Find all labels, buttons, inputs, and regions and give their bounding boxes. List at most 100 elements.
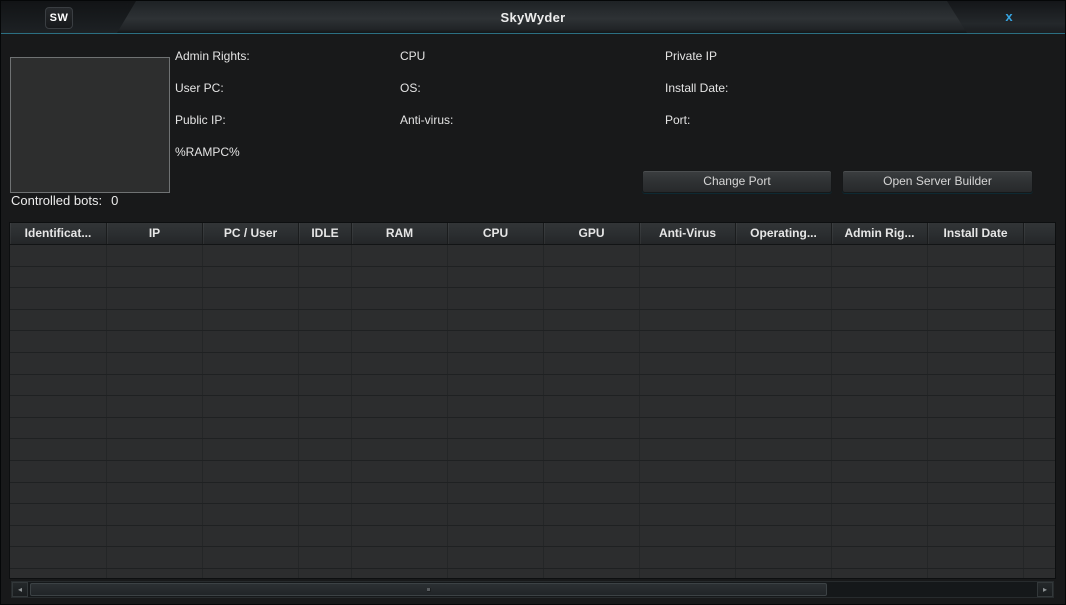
table-cell (203, 310, 299, 331)
table-cell (299, 375, 352, 396)
table-cell (544, 504, 640, 525)
table-cell (352, 331, 448, 352)
info-column-1: Admin Rights:User PC:Public IP:%RAMPC% (175, 49, 250, 177)
app-logo[interactable]: SW (45, 7, 73, 29)
scrollbar-track[interactable] (28, 582, 1037, 597)
table-cell (928, 310, 1024, 331)
table-cell (832, 483, 928, 504)
table-cell (544, 439, 640, 460)
column-header[interactable]: IDLE (299, 223, 352, 244)
table-cell (299, 483, 352, 504)
scroll-left-button[interactable]: ◂ (12, 582, 28, 597)
table-row[interactable] (10, 504, 1055, 526)
table-cell (299, 439, 352, 460)
table-cell (448, 547, 544, 568)
table-cell (10, 245, 107, 266)
table-row[interactable] (10, 288, 1055, 310)
table-cell (299, 353, 352, 374)
table-cell (203, 396, 299, 417)
table-cell (107, 245, 203, 266)
bots-table-body[interactable] (10, 245, 1055, 579)
table-cell (107, 504, 203, 525)
column-header[interactable]: GPU (544, 223, 640, 244)
change-port-button[interactable]: Change Port (642, 170, 832, 193)
column-header[interactable]: Operating... (736, 223, 832, 244)
table-cell (107, 396, 203, 417)
open-server-builder-button[interactable]: Open Server Builder (842, 170, 1033, 193)
table-row[interactable] (10, 396, 1055, 418)
column-header[interactable] (1024, 223, 1055, 244)
column-header[interactable]: Anti-Virus (640, 223, 736, 244)
table-row[interactable] (10, 526, 1055, 548)
table-cell (544, 461, 640, 482)
column-header[interactable]: Admin Rig... (832, 223, 928, 244)
scroll-right-button[interactable]: ▸ (1037, 582, 1053, 597)
table-cell (1024, 245, 1055, 266)
table-cell (352, 418, 448, 439)
table-cell (832, 461, 928, 482)
column-header[interactable]: CPU (448, 223, 544, 244)
info-column-3: Private IPInstall Date:Port: (665, 49, 728, 145)
table-row[interactable] (10, 375, 1055, 397)
table-cell (10, 547, 107, 568)
table-cell (10, 461, 107, 482)
table-row[interactable] (10, 245, 1055, 267)
table-row[interactable] (10, 310, 1055, 332)
table-cell (1024, 418, 1055, 439)
table-cell (1024, 331, 1055, 352)
title-bar: SW SkyWyder x (1, 1, 1065, 34)
table-cell (352, 461, 448, 482)
table-cell (640, 267, 736, 288)
table-cell (203, 245, 299, 266)
table-cell (1024, 267, 1055, 288)
table-cell (640, 526, 736, 547)
close-button[interactable]: x (998, 9, 1020, 27)
table-cell (736, 375, 832, 396)
table-cell (448, 267, 544, 288)
controlled-bots-label: Controlled bots: (11, 193, 102, 208)
table-cell (448, 288, 544, 309)
table-cell (736, 245, 832, 266)
table-cell (448, 396, 544, 417)
table-cell (299, 547, 352, 568)
table-row[interactable] (10, 483, 1055, 505)
table-cell (352, 569, 448, 579)
table-row[interactable] (10, 331, 1055, 353)
table-cell (10, 439, 107, 460)
table-row[interactable] (10, 547, 1055, 569)
table-row[interactable] (10, 439, 1055, 461)
table-cell (544, 245, 640, 266)
table-cell (107, 461, 203, 482)
window-title: SkyWyder (1, 10, 1065, 25)
table-cell (928, 375, 1024, 396)
table-cell (832, 418, 928, 439)
column-header[interactable]: Install Date (928, 223, 1024, 244)
table-cell (640, 439, 736, 460)
column-header[interactable]: RAM (352, 223, 448, 244)
table-cell (299, 331, 352, 352)
table-row[interactable] (10, 569, 1055, 579)
table-cell (299, 418, 352, 439)
table-cell (640, 547, 736, 568)
column-header[interactable]: Identificat... (10, 223, 107, 244)
table-cell (928, 483, 1024, 504)
column-header[interactable]: IP (107, 223, 203, 244)
table-cell (107, 439, 203, 460)
table-cell (832, 245, 928, 266)
table-cell (203, 418, 299, 439)
table-cell (352, 310, 448, 331)
table-cell (448, 461, 544, 482)
table-row[interactable] (10, 267, 1055, 289)
scrollbar-thumb[interactable] (30, 583, 827, 596)
table-row[interactable] (10, 461, 1055, 483)
column-header[interactable]: PC / User (203, 223, 299, 244)
table-cell (736, 353, 832, 374)
table-cell (352, 547, 448, 568)
table-row[interactable] (10, 418, 1055, 440)
table-cell (832, 504, 928, 525)
table-cell (352, 267, 448, 288)
table-row[interactable] (10, 353, 1055, 375)
table-cell (448, 418, 544, 439)
info-label: CPU (400, 49, 453, 81)
table-cell (448, 483, 544, 504)
